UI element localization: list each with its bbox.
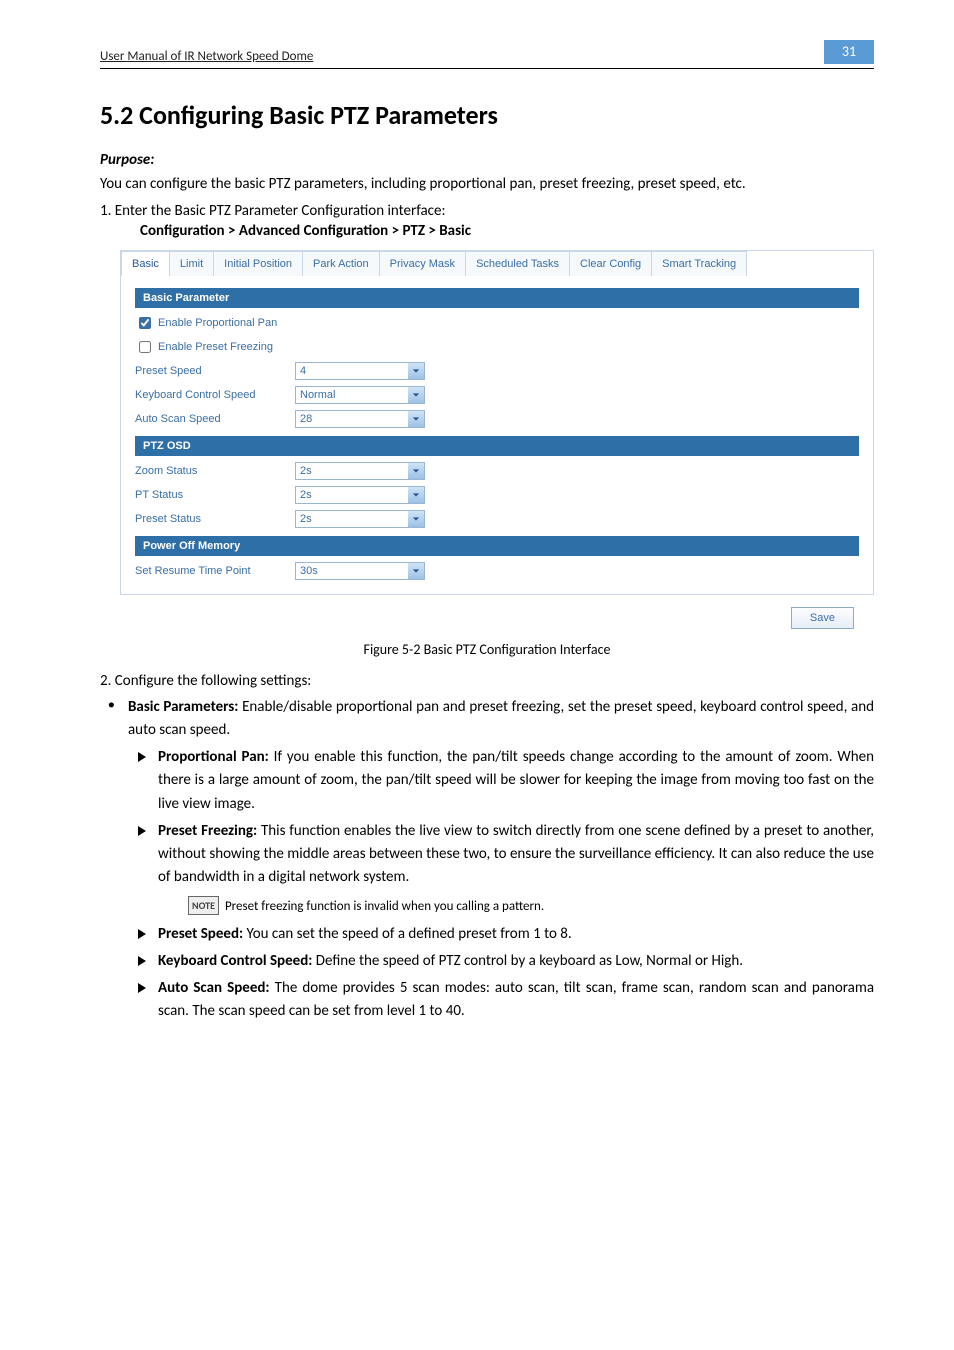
tab-initial-position[interactable]: Initial Position bbox=[213, 251, 303, 276]
value-resume-time: 30s bbox=[300, 565, 318, 577]
tab-bar: Basic Limit Initial Position Park Action… bbox=[121, 251, 873, 276]
chevron-down-icon bbox=[408, 563, 424, 579]
preset-speed-lead: Preset Speed: bbox=[158, 925, 243, 943]
ptz-config-figure: Basic Limit Initial Position Park Action… bbox=[120, 250, 874, 595]
tab-basic[interactable]: Basic bbox=[121, 251, 170, 276]
basic-params-rest: Enable/disable proportional pan and pres… bbox=[128, 698, 874, 739]
step-2: 2. Configure the following settings: bbox=[100, 672, 874, 690]
basic-params-lead: Basic Parameters: bbox=[128, 698, 238, 716]
preset-freeze-lead: Preset Freezing: bbox=[158, 822, 257, 840]
tab-privacy-mask[interactable]: Privacy Mask bbox=[379, 251, 466, 276]
section-power-off-memory: Power Off Memory bbox=[135, 536, 859, 556]
tab-clear-config[interactable]: Clear Config bbox=[569, 251, 652, 276]
label-keyboard-speed: Keyboard Control Speed bbox=[135, 389, 295, 401]
label-auto-scan-speed: Auto Scan Speed bbox=[135, 413, 295, 425]
select-preset-speed[interactable]: 4 bbox=[295, 362, 425, 380]
section-title: 5.2 Configuring Basic PTZ Parameters bbox=[100, 99, 874, 131]
sub-preset-speed: Preset Speed: You can set the speed of a… bbox=[128, 923, 874, 946]
label-resume-time: Set Resume Time Point bbox=[135, 565, 295, 577]
kb-speed-lead: Keyboard Control Speed: bbox=[158, 952, 312, 970]
value-keyboard-speed: Normal bbox=[300, 389, 335, 401]
prop-pan-lead: Proportional Pan: bbox=[158, 748, 269, 766]
sub-proportional-pan: Proportional Pan: If you enable this fun… bbox=[128, 746, 874, 816]
kb-speed-rest: Define the speed of PTZ control by a key… bbox=[312, 952, 743, 970]
section-basic-parameter: Basic Parameter bbox=[135, 288, 859, 308]
select-preset-status[interactable]: 2s bbox=[295, 510, 425, 528]
purpose-label: Purpose: bbox=[100, 151, 874, 169]
preset-freeze-rest: This function enables the live view to s… bbox=[158, 822, 874, 887]
tab-smart-tracking[interactable]: Smart Tracking bbox=[651, 251, 747, 276]
checkbox-preset-freezing[interactable] bbox=[139, 341, 151, 353]
select-resume-time[interactable]: 30s bbox=[295, 562, 425, 580]
sub-keyboard-speed: Keyboard Control Speed: Define the speed… bbox=[128, 950, 874, 973]
label-preset-speed: Preset Speed bbox=[135, 365, 295, 377]
chevron-down-icon bbox=[408, 387, 424, 403]
chevron-down-icon bbox=[408, 411, 424, 427]
select-keyboard-speed[interactable]: Normal bbox=[295, 386, 425, 404]
figure-caption: Figure 5-2 Basic PTZ Configuration Inter… bbox=[100, 641, 874, 658]
page-number: 31 bbox=[824, 40, 874, 64]
value-preset-speed: 4 bbox=[300, 365, 306, 377]
select-auto-scan-speed[interactable]: 28 bbox=[295, 410, 425, 428]
select-zoom-status[interactable]: 2s bbox=[295, 462, 425, 480]
value-preset-status: 2s bbox=[300, 513, 312, 525]
value-pt-status: 2s bbox=[300, 489, 312, 501]
select-pt-status[interactable]: 2s bbox=[295, 486, 425, 504]
breadcrumb-path: Configuration > Advanced Configuration >… bbox=[140, 222, 874, 240]
label-preset-status: Preset Status bbox=[135, 513, 295, 525]
chevron-down-icon bbox=[408, 487, 424, 503]
label-preset-freezing: Enable Preset Freezing bbox=[158, 341, 273, 353]
preset-speed-rest: You can set the speed of a defined prese… bbox=[243, 925, 571, 943]
label-zoom-status: Zoom Status bbox=[135, 465, 295, 477]
section-ptz-osd: PTZ OSD bbox=[135, 436, 859, 456]
save-button[interactable]: Save bbox=[791, 607, 854, 629]
chevron-down-icon bbox=[408, 511, 424, 527]
step-1: 1. Enter the Basic PTZ Parameter Configu… bbox=[100, 202, 874, 220]
page-header: User Manual of IR Network Speed Dome 31 bbox=[100, 40, 874, 69]
note-text: Preset freezing function is invalid when… bbox=[225, 899, 544, 914]
chevron-down-icon bbox=[408, 363, 424, 379]
label-proportional-pan: Enable Proportional Pan bbox=[158, 317, 277, 329]
sub-preset-freezing: Preset Freezing: This function enables t… bbox=[128, 820, 874, 917]
running-header-text: User Manual of IR Network Speed Dome bbox=[100, 49, 313, 64]
tab-scheduled-tasks[interactable]: Scheduled Tasks bbox=[465, 251, 570, 276]
auto-scan-lead: Auto Scan Speed: bbox=[158, 979, 270, 997]
note-icon: NOTE bbox=[188, 896, 219, 916]
sub-auto-scan-speed: Auto Scan Speed: The dome provides 5 sca… bbox=[128, 977, 874, 1024]
chevron-down-icon bbox=[408, 463, 424, 479]
tab-park-action[interactable]: Park Action bbox=[302, 251, 380, 276]
label-pt-status: PT Status bbox=[135, 489, 295, 501]
value-auto-scan-speed: 28 bbox=[300, 413, 312, 425]
note-line: NOTE Preset freezing function is invalid … bbox=[188, 896, 874, 917]
checkbox-proportional-pan[interactable] bbox=[139, 317, 151, 329]
tab-limit[interactable]: Limit bbox=[169, 251, 214, 276]
value-zoom-status: 2s bbox=[300, 465, 312, 477]
bullet-basic-parameters: Basic Parameters: Enable/disable proport… bbox=[100, 696, 874, 1024]
purpose-text: You can configure the basic PTZ paramete… bbox=[100, 173, 874, 196]
